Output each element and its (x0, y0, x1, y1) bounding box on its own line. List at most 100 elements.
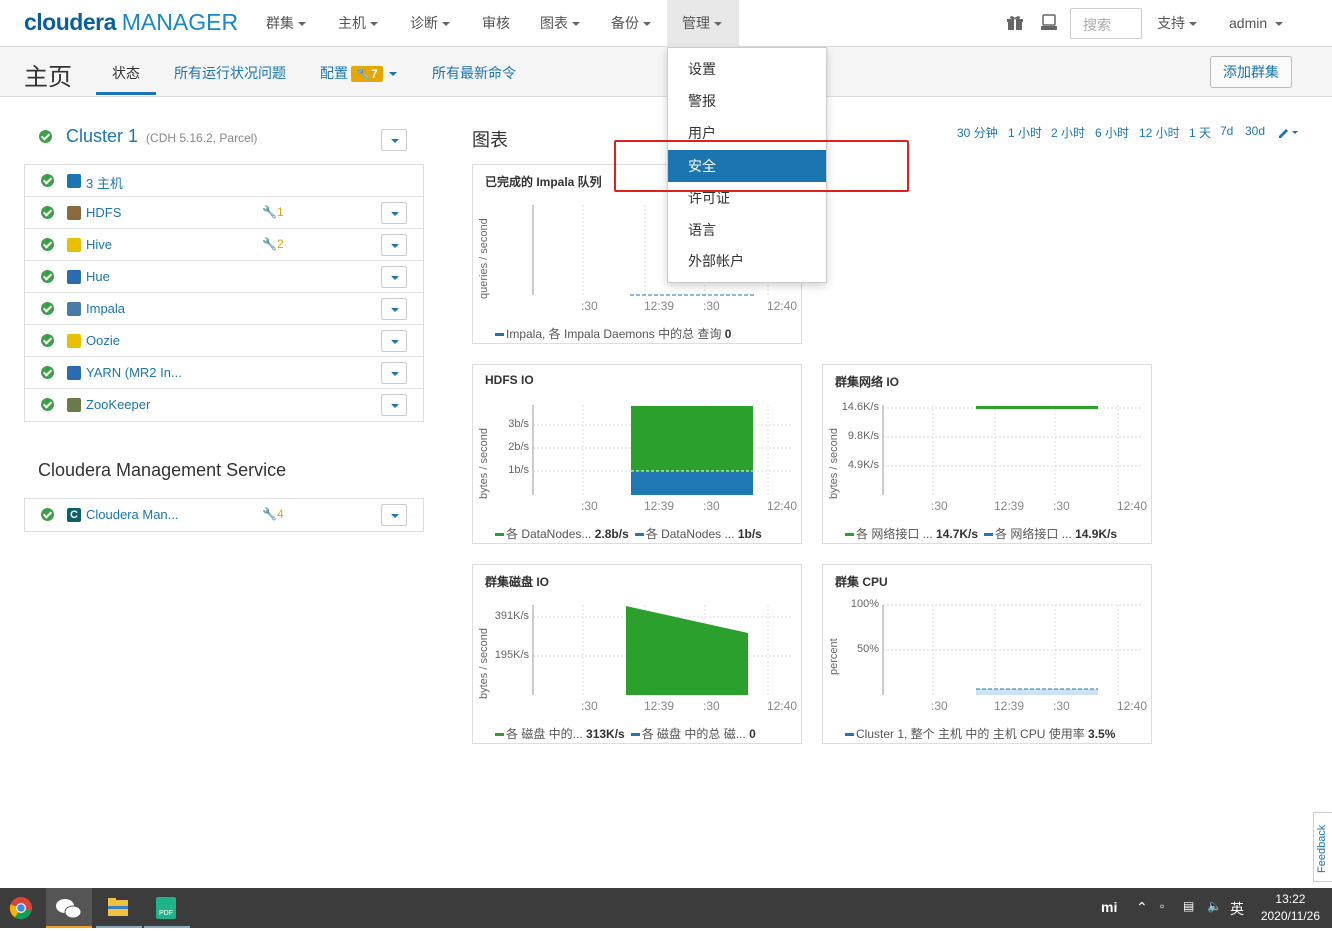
time-range-option[interactable]: 30 分钟 (957, 124, 998, 141)
health-ok-icon (41, 270, 54, 283)
taskbar-wechat[interactable] (46, 888, 92, 928)
service-row: HDFS 🔧1 (25, 197, 423, 229)
health-ok-icon (41, 334, 54, 347)
service-link[interactable]: YARN (MR2 In... (86, 365, 182, 380)
legend-item[interactable]: 各 DataNodes ... 1b/s (634, 527, 762, 541)
edit-charts-pencil-icon[interactable] (1278, 126, 1300, 138)
taskbar-clock[interactable]: 13:22 2020/11/26 (1261, 891, 1320, 925)
network-icon[interactable]: ▤ (1183, 899, 1194, 913)
legend-item[interactable]: 各 网络接口 ... 14.9K/s (984, 527, 1117, 541)
tab-all-health-issues[interactable]: 所有运行状况问题 (174, 63, 286, 83)
time-range-option[interactable]: 30d (1245, 124, 1265, 138)
parcel-gift-icon[interactable] (1007, 15, 1023, 31)
time-range-option[interactable]: 6 小时 (1095, 124, 1129, 141)
chart-legend[interactable]: 各 DataNodes... 2.8b/s 各 DataNodes ... 1b/… (495, 525, 768, 542)
taskbar-pdf-reader[interactable]: PDF (144, 888, 190, 928)
y-tick-label: 1b/s (508, 464, 529, 476)
nav-hosts[interactable]: 主机 (338, 0, 378, 47)
tab-status[interactable]: 状态 (112, 63, 140, 83)
service-actions-dropdown[interactable] (381, 234, 407, 256)
chevron-up-icon[interactable]: ⌃ (1136, 899, 1148, 916)
time-range-option[interactable]: 1 天 (1189, 124, 1211, 141)
time-range-option[interactable]: 12 小时 (1139, 124, 1180, 141)
search-input[interactable]: 搜索 (1070, 8, 1142, 39)
service-link[interactable]: Hive (86, 237, 112, 252)
chart-panel[interactable]: 群集网络 IO bytes / second:30 12:39:30 12:40 14.… (822, 364, 1152, 544)
legend-item[interactable]: 各 磁盘 中的总 磁... 0 (630, 727, 756, 741)
service-actions-dropdown[interactable] (381, 266, 407, 288)
time-range-option[interactable]: 2 小时 (1051, 124, 1085, 141)
admin-menu-item[interactable]: 语言 (668, 214, 826, 246)
pdf-icon: PDF (156, 897, 176, 919)
service-link[interactable]: Hue (86, 269, 110, 284)
nav-administration[interactable]: 管理 (667, 0, 739, 47)
config-issues-wrench-icon[interactable]: 🔧4 (262, 507, 284, 521)
service-link[interactable]: Cloudera Man... (86, 507, 179, 522)
legend-item[interactable]: Impala, 各 Impala Daemons 中的总 查询 0 (495, 327, 731, 341)
y-tick-label: 4.9K/s (847, 459, 879, 471)
legend-item[interactable]: 各 磁盘 中的... 313K/s (495, 727, 625, 741)
service-list: 3 主机 HDFS 🔧1 Hive 🔧2 Hue Impala Oozie YARN (MR2 … (24, 164, 424, 422)
nav-charts[interactable]: 图表 (540, 0, 580, 47)
service-link[interactable]: ZooKeeper (86, 397, 150, 412)
chevron-down-icon (572, 22, 580, 27)
add-cluster-button[interactable]: 添加群集 (1210, 56, 1292, 88)
chart-panel[interactable]: 群集 CPU percent:30 12:39:30 12:40 100% 50% Clus… (822, 564, 1152, 744)
management-service-title: Cloudera Management Service (38, 460, 287, 480)
service-link[interactable]: Oozie (86, 333, 120, 348)
chart-legend[interactable]: Impala, 各 Impala Daemons 中的总 查询 0 (495, 325, 737, 342)
mi-tray-icon[interactable]: mi (1101, 899, 1117, 915)
legend-item[interactable]: Cluster 1, 整个 主机 中的 主机 CPU 使用率 3.5% (845, 727, 1115, 741)
nav-user-menu[interactable]: admin (1229, 0, 1284, 47)
service-actions-dropdown[interactable] (381, 298, 407, 320)
power-icon[interactable]: ▫ (1160, 899, 1164, 913)
tab-configuration[interactable]: 配置 🔧7 (320, 63, 397, 83)
config-issues-wrench-icon[interactable]: 🔧1 (262, 205, 284, 219)
running-commands-icon[interactable] (1040, 14, 1058, 32)
feedback-tab[interactable]: Feedback (1313, 812, 1332, 882)
config-issues-wrench-icon[interactable]: 🔧2 (262, 237, 284, 251)
service-actions-dropdown[interactable] (381, 362, 407, 384)
admin-menu-item[interactable]: 外部帐户 (668, 245, 826, 277)
nav-clusters[interactable]: 群集 (266, 0, 306, 47)
y-tick-label: 50% (856, 643, 879, 655)
chart-legend[interactable]: 各 网络接口 ... 14.7K/s 各 网络接口 ... 14.9K/s (845, 525, 1123, 542)
cloudera-manager-logo[interactable]: cloudera MANAGER (24, 9, 238, 36)
nav-diagnostics[interactable]: 诊断 (410, 0, 450, 47)
nav-backup[interactable]: 备份 (611, 0, 651, 47)
taskbar-chrome[interactable] (0, 888, 46, 928)
service-link[interactable]: Impala (86, 301, 125, 316)
cluster-title[interactable]: Cluster 1 (CDH 5.16.2, Parcel) (66, 126, 257, 147)
service-link[interactable]: 3 主机 (86, 173, 123, 192)
admin-menu-item[interactable]: 警报 (668, 85, 826, 117)
management-service-list: C Cloudera Man... 🔧4 (24, 498, 424, 532)
y-tick-label: 3b/s (508, 418, 529, 430)
legend-swatch (634, 533, 644, 537)
legend-item[interactable]: 各 DataNodes... 2.8b/s (495, 527, 629, 541)
nav-audits[interactable]: 审核 (482, 0, 510, 47)
legend-item[interactable]: 各 网络接口 ... 14.7K/s (845, 527, 978, 541)
time-range-option[interactable]: 1 小时 (1008, 124, 1042, 141)
service-actions-dropdown[interactable] (381, 330, 407, 352)
volume-icon[interactable]: 🔈 (1207, 899, 1222, 913)
time-range-option[interactable]: 7d (1220, 124, 1233, 138)
admin-menu-item[interactable]: 设置 (668, 53, 826, 85)
chart-legend[interactable]: 各 磁盘 中的... 313K/s 各 磁盘 中的总 磁... 0 (495, 725, 762, 742)
service-actions-dropdown[interactable] (381, 202, 407, 224)
service-link[interactable]: HDFS (86, 205, 121, 220)
x-tick-label: 12:40 (767, 499, 798, 513)
service-actions-dropdown[interactable] (381, 394, 407, 416)
service-row: YARN (MR2 In... (25, 357, 423, 389)
service-row: Impala (25, 293, 423, 325)
chart-panel[interactable]: HDFS IO bytes / second:30 12:39:30 12:40 3b/… (472, 364, 802, 544)
cluster-actions-dropdown[interactable] (381, 129, 407, 151)
service-actions-dropdown[interactable] (381, 504, 407, 526)
chart-legend[interactable]: Cluster 1, 整个 主机 中的 主机 CPU 使用率 3.5% (845, 725, 1121, 742)
x-tick-label: :30 (581, 299, 598, 313)
chart-panel[interactable]: 群集磁盘 IO bytes / second:30 12:39:30 12:40 391… (472, 564, 802, 744)
nav-support[interactable]: 支持 (1157, 0, 1197, 47)
y-tick-label: 195K/s (494, 649, 529, 661)
tab-recent-commands[interactable]: 所有最新命令 (432, 63, 516, 83)
ime-indicator[interactable]: 英 (1230, 899, 1244, 919)
taskbar-file-explorer[interactable] (96, 888, 142, 928)
